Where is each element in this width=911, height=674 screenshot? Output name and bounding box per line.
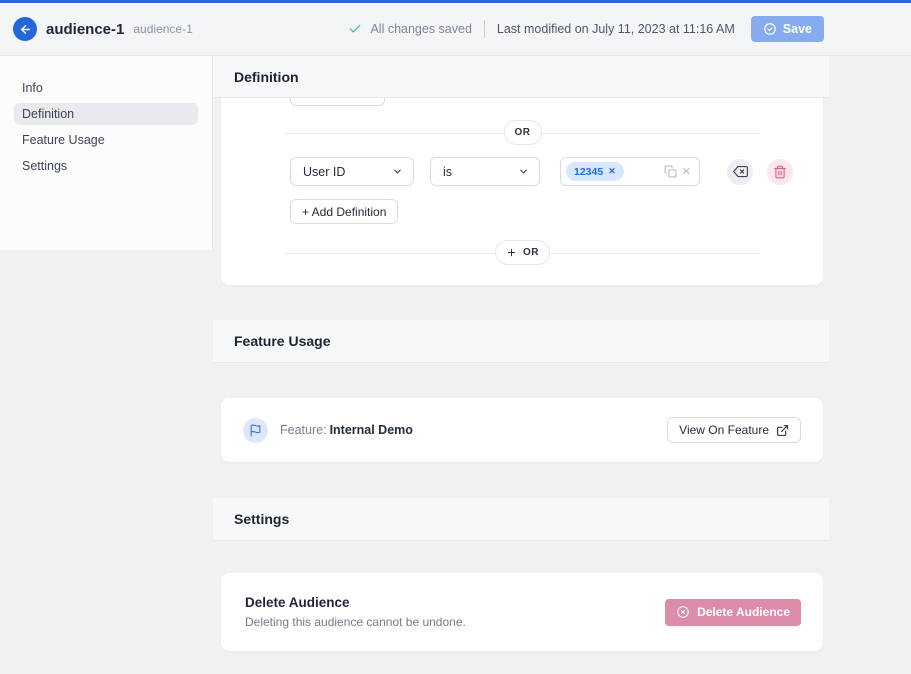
- definition-card: OR User ID is 12345 ✕: [221, 98, 823, 285]
- feature-label: Feature:Internal Demo: [280, 423, 413, 437]
- paste-icon[interactable]: [664, 165, 677, 178]
- header-divider: [484, 20, 485, 38]
- feature-label-prefix: Feature:: [280, 423, 327, 437]
- value-input[interactable]: 12345 ✕ ✕: [560, 157, 700, 186]
- sidebar-item-feature-usage[interactable]: Feature Usage: [14, 129, 198, 151]
- settings-section-header: Settings: [213, 498, 829, 541]
- add-or-group-button[interactable]: OR: [495, 240, 550, 265]
- circled-x-icon: [676, 605, 690, 619]
- back-button[interactable]: [13, 17, 37, 41]
- feature-usage-card: Feature:Internal Demo View On Feature: [221, 398, 823, 462]
- check-icon: [348, 22, 362, 36]
- view-on-feature-button[interactable]: View On Feature: [667, 417, 801, 443]
- sidebar: Info Definition Feature Usage Settings: [0, 56, 213, 250]
- app-root: audience-1 audience-1 All changes saved …: [0, 0, 911, 674]
- delete-condition-button[interactable]: [767, 159, 793, 185]
- clear-input-icon[interactable]: ✕: [682, 165, 691, 178]
- view-on-feature-label: View On Feature: [679, 423, 769, 437]
- trash-icon: [773, 165, 787, 179]
- remove-condition-button[interactable]: [727, 159, 753, 185]
- sidebar-item-info[interactable]: Info: [14, 77, 198, 99]
- chevron-down-icon: [392, 166, 403, 177]
- page-subtitle: audience-1: [133, 22, 192, 36]
- delete-audience-card: Delete Audience Deleting this audience c…: [221, 573, 823, 651]
- external-link-icon: [776, 424, 789, 437]
- arrow-left-icon: [19, 23, 32, 36]
- delete-audience-description: Deleting this audience cannot be undone.: [245, 615, 466, 629]
- value-chip-text: 12345: [574, 166, 603, 178]
- feature-usage-section-header: Feature Usage: [213, 320, 829, 363]
- value-chip: 12345 ✕: [566, 162, 624, 181]
- save-status-text: All changes saved: [370, 22, 471, 36]
- page-title: audience-1: [46, 21, 124, 38]
- backspace-icon: [733, 164, 748, 179]
- or-divider: OR: [285, 120, 760, 145]
- delete-audience-info: Delete Audience Deleting this audience c…: [245, 595, 466, 629]
- header: audience-1 audience-1 All changes saved …: [0, 3, 911, 56]
- definition-section-title: Definition: [234, 69, 299, 85]
- chip-remove-icon[interactable]: ✕: [608, 166, 616, 177]
- save-button-label: Save: [783, 22, 812, 36]
- operator-select-value: is: [443, 165, 452, 179]
- clipped-add-definition-button[interactable]: [290, 98, 385, 106]
- operator-select[interactable]: is: [430, 157, 540, 186]
- add-or-button-label: OR: [523, 247, 539, 258]
- last-modified-text: Last modified on July 11, 2023 at 11:16 …: [497, 22, 735, 36]
- field-select-value: User ID: [303, 165, 345, 179]
- condition-row: User ID is 12345 ✕: [290, 157, 793, 186]
- save-button[interactable]: Save: [751, 16, 824, 42]
- chevron-down-icon: [518, 166, 529, 177]
- sidebar-item-definition[interactable]: Definition: [14, 103, 198, 125]
- header-status-area: All changes saved Last modified on July …: [348, 16, 824, 42]
- add-definition-button[interactable]: + Add Definition: [290, 199, 398, 224]
- feature-usage-section-title: Feature Usage: [234, 333, 330, 349]
- or-divider-pill: OR: [504, 120, 542, 145]
- circled-check-icon: [763, 22, 777, 36]
- input-icon-group: ✕: [664, 165, 691, 178]
- flag-icon: [243, 418, 268, 443]
- delete-audience-title: Delete Audience: [245, 595, 466, 610]
- settings-section-title: Settings: [234, 511, 289, 527]
- sidebar-item-settings[interactable]: Settings: [14, 155, 198, 177]
- feature-name: Internal Demo: [330, 423, 413, 437]
- plus-icon: [506, 247, 517, 258]
- definition-section-header: Definition: [213, 56, 829, 98]
- add-or-divider: OR: [285, 240, 760, 265]
- delete-audience-button[interactable]: Delete Audience: [665, 599, 801, 626]
- field-select[interactable]: User ID: [290, 157, 414, 186]
- delete-audience-button-label: Delete Audience: [697, 605, 790, 619]
